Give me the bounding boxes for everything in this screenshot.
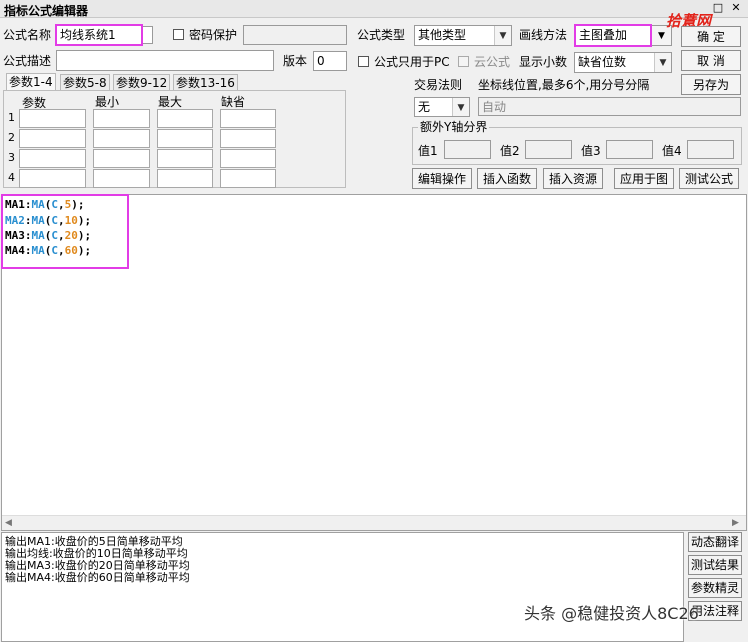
param-row-num: 1 (8, 111, 15, 124)
dynamic-translate-button[interactable]: 动态翻译 (688, 532, 742, 552)
param-name-input[interactable] (19, 129, 86, 148)
y-value1-label: 值1 (418, 144, 438, 158)
insert-resource-button[interactable]: 插入资源 (543, 168, 603, 189)
tab-params-9-12[interactable]: 参数9-12 (113, 74, 171, 91)
param-default-input[interactable] (220, 149, 276, 168)
param-header-name: 参数 (22, 96, 47, 110)
scroll-left-icon[interactable]: ◀ (5, 516, 12, 531)
cloud-checkbox[interactable] (458, 56, 469, 67)
coord-input[interactable]: 自动 (478, 97, 741, 116)
close-icon[interactable]: ✕ (730, 2, 742, 14)
param-max-input[interactable] (157, 169, 213, 188)
param-name-input[interactable] (19, 109, 86, 128)
param-header-min: 最小 (95, 95, 120, 109)
formula-type-label: 公式类型 (357, 28, 406, 42)
param-max-input[interactable] (157, 109, 213, 128)
draw-method-select[interactable]: 主图叠加 (574, 24, 652, 47)
apply-to-chart-button[interactable]: 应用于图 (614, 168, 674, 189)
chevron-down-icon: ▼ (494, 26, 511, 45)
password-checkbox[interactable] (173, 29, 184, 40)
output-line: 输出MA4:收盘价的60日简单移动平均 (5, 571, 190, 584)
formula-name-label: 公式名称 (3, 28, 52, 42)
title-bar: 指标公式编辑器 □ ✕ (0, 0, 748, 18)
param-min-input[interactable] (93, 149, 150, 168)
y-value1-input[interactable] (444, 140, 491, 159)
param-row-num: 3 (8, 151, 15, 164)
param-name-input[interactable] (19, 149, 86, 168)
code-line: MA4:MA(C,60); (5, 244, 92, 257)
password-input[interactable] (243, 25, 347, 45)
code-line: MA3:MA(C,20); (5, 229, 92, 242)
param-row-num: 2 (8, 131, 15, 144)
cloud-label: 云公式 (474, 55, 511, 69)
test-formula-button[interactable]: 测试公式 (679, 168, 739, 189)
output-description-box: 输出MA1:收盘价的5日简单移动平均 输出均线:收盘价的10日简单移动平均 输出… (1, 532, 684, 642)
param-header-default: 缺省 (221, 95, 246, 109)
formula-name-input[interactable]: 均线系统1 (55, 24, 143, 46)
maximize-icon[interactable]: □ (712, 2, 724, 14)
coord-label: 坐标线位置,最多6个,用分号分隔 (478, 78, 650, 92)
formula-code-editor[interactable]: MA1:MA(C,5); MA2:MA(C,10); MA3:MA(C,20);… (1, 194, 747, 531)
cancel-button[interactable]: 取 消 (681, 50, 741, 71)
y-value3-input[interactable] (606, 140, 653, 159)
y-value2-input[interactable] (525, 140, 572, 159)
param-row-num: 4 (8, 171, 15, 184)
param-header-max: 最大 (158, 95, 183, 109)
formula-name-input-tail (143, 26, 153, 44)
param-max-input[interactable] (157, 129, 213, 148)
version-label: 版本 (283, 54, 308, 68)
param-min-input[interactable] (93, 169, 150, 188)
pc-only-checkbox[interactable] (358, 56, 369, 67)
param-wizard-button[interactable]: 参数精灵 (688, 578, 742, 598)
pc-only-label: 公式只用于PC (374, 55, 450, 69)
decimals-select[interactable]: 缺省位数 ▼ (574, 52, 672, 73)
code-line: MA2:MA(C,10); (5, 214, 92, 227)
draw-method-label: 画线方法 (519, 28, 568, 42)
horizontal-scrollbar[interactable]: ◀ ▶ (2, 515, 746, 530)
extra-y-axis-label: 额外Y轴分界 (418, 120, 490, 134)
y-value4-label: 值4 (662, 144, 682, 158)
save-as-button[interactable]: 另存为 (681, 74, 741, 95)
test-result-button[interactable]: 测试结果 (688, 555, 742, 575)
y-value2-label: 值2 (500, 144, 520, 158)
formula-type-value: 其他类型 (418, 28, 467, 42)
param-min-input[interactable] (93, 109, 150, 128)
param-name-input[interactable] (19, 169, 86, 188)
chevron-down-icon: ▼ (654, 53, 671, 72)
ok-button[interactable]: 确 定 (681, 26, 741, 47)
decimals-value: 缺省位数 (578, 55, 627, 69)
param-min-input[interactable] (93, 129, 150, 148)
code-line: MA1:MA(C,5); (5, 198, 85, 211)
param-default-input[interactable] (220, 169, 276, 188)
formula-desc-label: 公式描述 (3, 54, 52, 68)
scroll-right-icon[interactable]: ▶ (732, 516, 739, 531)
param-default-input[interactable] (220, 129, 276, 148)
param-default-input[interactable] (220, 109, 276, 128)
tab-params-13-16[interactable]: 参数13-16 (173, 74, 238, 91)
password-label: 密码保护 (189, 28, 238, 42)
trade-rule-value: 无 (418, 100, 431, 114)
edit-operations-button[interactable]: 编辑操作 (412, 168, 472, 189)
formula-type-select[interactable]: 其他类型 ▼ (414, 25, 512, 46)
y-value4-input[interactable] (687, 140, 734, 159)
formula-desc-input[interactable] (56, 50, 274, 71)
chevron-down-icon: ▼ (452, 98, 469, 116)
version-input[interactable]: 0 (313, 51, 347, 71)
decimals-label: 显示小数 (519, 55, 568, 69)
window-title: 指标公式编辑器 (4, 4, 89, 18)
watermark-bottom: 头条 @稳健投资人8C26 (524, 604, 699, 623)
tab-params-5-8[interactable]: 参数5-8 (60, 74, 110, 91)
trade-rule-select[interactable]: 无 ▼ (414, 97, 470, 117)
y-value3-label: 值3 (581, 144, 601, 158)
param-max-input[interactable] (157, 149, 213, 168)
trade-rule-label: 交易法则 (414, 78, 463, 92)
insert-function-button[interactable]: 插入函数 (477, 168, 537, 189)
tab-params-1-4[interactable]: 参数1-4 (6, 73, 56, 90)
